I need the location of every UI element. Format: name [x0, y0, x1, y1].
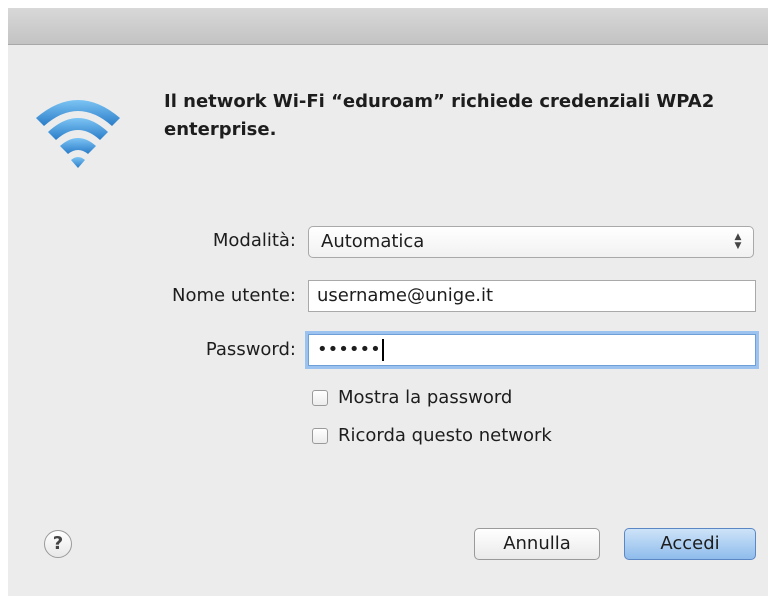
mode-selected-value: Automatica [321, 231, 425, 252]
username-field[interactable]: username@unige.it [308, 280, 756, 312]
password-masked-value: •••••• [317, 339, 381, 360]
show-password-checkbox[interactable] [312, 390, 328, 406]
wifi-icon [36, 100, 120, 168]
username-value: username@unige.it [317, 285, 494, 306]
confirm-button[interactable]: Accedi [624, 528, 756, 560]
remember-network-label: Ricorda questo network [338, 425, 552, 446]
username-label: Nome utente: [172, 285, 296, 306]
remember-network-checkbox[interactable] [312, 428, 328, 444]
password-label: Password: [205, 339, 296, 360]
cancel-button[interactable]: Annulla [474, 528, 600, 560]
text-caret [381, 339, 384, 361]
show-password-label: Mostra la password [338, 387, 513, 408]
dialog-message: Il network Wi-Fi “eduroam” richiede cred… [164, 91, 715, 140]
up-down-arrows-icon: ▲ ▼ [734, 232, 742, 251]
mode-label: Modalità: [212, 230, 296, 251]
title-bar[interactable] [8, 8, 768, 45]
password-field[interactable]: •••••• [308, 334, 756, 366]
wifi-credentials-dialog: Il network Wi-Fi “eduroam” richiede cred… [8, 8, 768, 596]
help-button[interactable]: ? [44, 530, 72, 558]
mode-select[interactable]: Automatica ▲ ▼ [308, 226, 754, 258]
